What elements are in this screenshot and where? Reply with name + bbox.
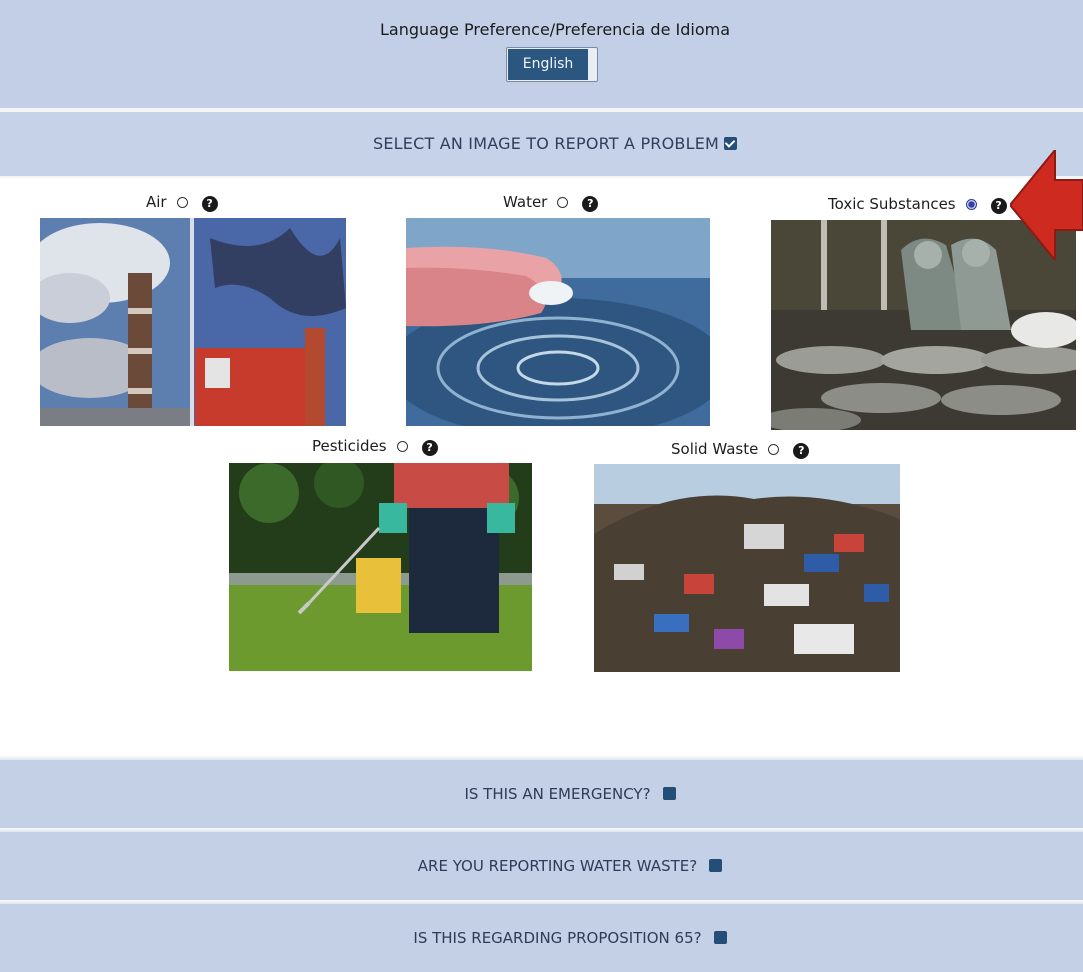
question-water-waste-checkbox[interactable] [709, 859, 723, 872]
option-pesticides-label: Pesticides [312, 437, 387, 455]
option-solidwaste-radio[interactable] [768, 444, 780, 455]
option-air-help-icon[interactable]: ? [201, 196, 218, 212]
option-toxic-help-icon[interactable]: ? [990, 198, 1007, 214]
select-image-header[interactable]: SELECT AN IMAGE TO REPORT A PROBLEM [0, 112, 1083, 176]
option-solidwaste-label: Solid Waste [671, 440, 759, 458]
question-water-waste-label: ARE YOU REPORTING WATER WASTE? [417, 857, 698, 875]
option-toxic-radio[interactable] [965, 199, 977, 210]
option-air-image[interactable] [40, 218, 346, 426]
image-selection-panel: Air? Water? Toxic Substances ? Pesticide… [0, 178, 1083, 756]
option-air-label-row: Air? [146, 193, 218, 212]
option-solidwaste-label-row: Solid Waste? [671, 440, 810, 459]
option-water-image[interactable] [406, 218, 710, 426]
option-solidwaste-image[interactable] [594, 464, 900, 672]
question-prop65-checkbox[interactable] [713, 931, 727, 944]
select-image-title: SELECT AN IMAGE TO REPORT A PROBLEM [372, 134, 720, 153]
question-water-waste[interactable]: ARE YOU REPORTING WATER WASTE? [0, 830, 1083, 900]
option-toxic-label: Toxic Substances [828, 195, 956, 213]
question-emergency[interactable]: IS THIS AN EMERGENCY? [0, 758, 1083, 828]
option-pesticides-label-row: Pesticides? [312, 437, 438, 456]
question-prop65-label: IS THIS REGARDING PROPOSITION 65? [413, 929, 702, 947]
option-water-label: Water [503, 193, 548, 211]
option-pesticides-radio[interactable] [396, 441, 408, 452]
option-pesticides-image[interactable] [229, 463, 532, 671]
language-bar: Language Preference/Preferencia de Idiom… [0, 0, 1083, 108]
question-emergency-checkbox[interactable] [662, 787, 676, 800]
question-prop65[interactable]: IS THIS REGARDING PROPOSITION 65? [0, 902, 1083, 972]
option-pesticides-help-icon[interactable]: ? [421, 440, 438, 456]
option-water-radio[interactable] [557, 197, 569, 208]
section-checkbox[interactable] [724, 137, 738, 150]
language-toggle[interactable]: English [506, 47, 598, 82]
option-water-help-icon[interactable]: ? [582, 196, 599, 212]
question-emergency-label: IS THIS AN EMERGENCY? [464, 785, 651, 803]
option-toxic-label-row: Toxic Substances? [828, 195, 1007, 214]
language-title: Language Preference/Preferencia de Idiom… [379, 20, 731, 39]
option-air-radio[interactable] [176, 197, 188, 208]
option-solidwaste-help-icon[interactable]: ? [793, 443, 810, 459]
option-air-label: Air [146, 193, 167, 211]
language-selected[interactable]: English [508, 49, 588, 80]
red-arrow-icon [1010, 150, 1083, 260]
option-water-label-row: Water? [503, 193, 599, 212]
